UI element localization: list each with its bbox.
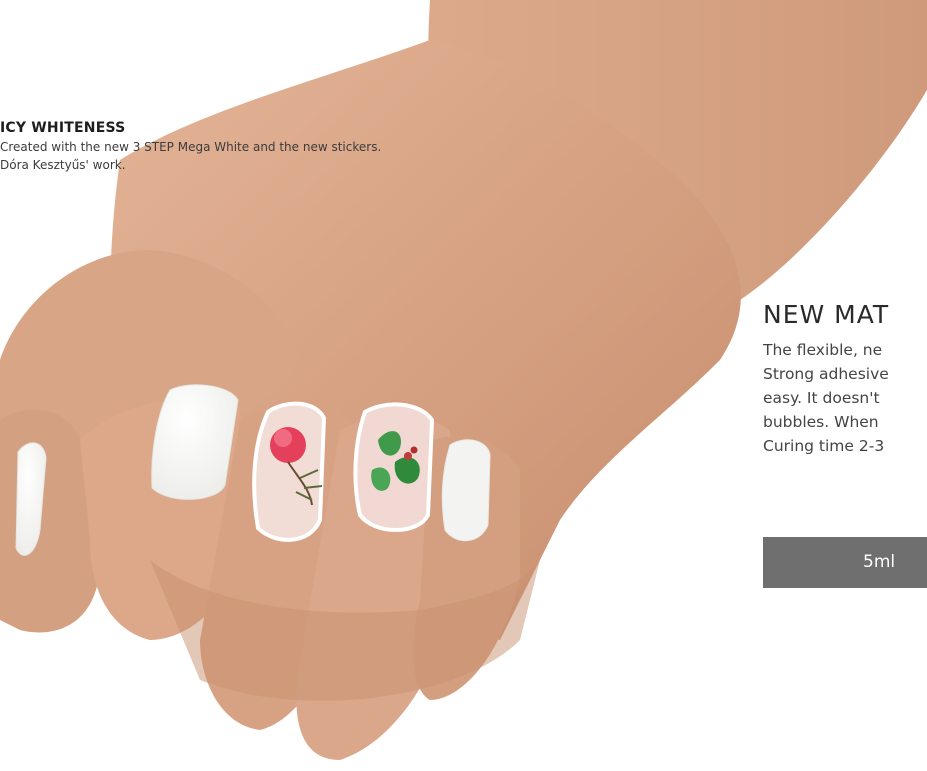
caption-description: Created with the new 3 STEP Mega White a…: [0, 140, 382, 154]
product-description-line: Strong adhesive: [763, 365, 889, 383]
product-description-line: Curing time 2-3: [763, 437, 885, 455]
caption: ICY WHITENESS Created with the new 3 STE…: [0, 118, 381, 174]
caption-credit: Dóra Kesztyűs' work.: [0, 158, 126, 172]
product-description-line: bubbles. When: [763, 413, 879, 431]
product-description-line: easy. It doesn't: [763, 389, 880, 407]
product-description: The flexible, ne Strong adhesive easy. I…: [763, 338, 927, 458]
size-option-button[interactable]: 5ml: [763, 537, 927, 588]
nail-4-art: [353, 402, 435, 532]
page: ICY WHITENESS Created with the new 3 STE…: [0, 0, 927, 771]
nail-5-sparkle: [441, 439, 491, 542]
product-title: NEW MAT: [763, 300, 890, 329]
product-description-line: The flexible, ne: [763, 341, 883, 359]
caption-title: ICY WHITENESS: [0, 120, 126, 136]
product-info: NEW MAT The flexible, ne Strong adhesive…: [763, 298, 927, 458]
nail-2-white: [151, 384, 239, 500]
